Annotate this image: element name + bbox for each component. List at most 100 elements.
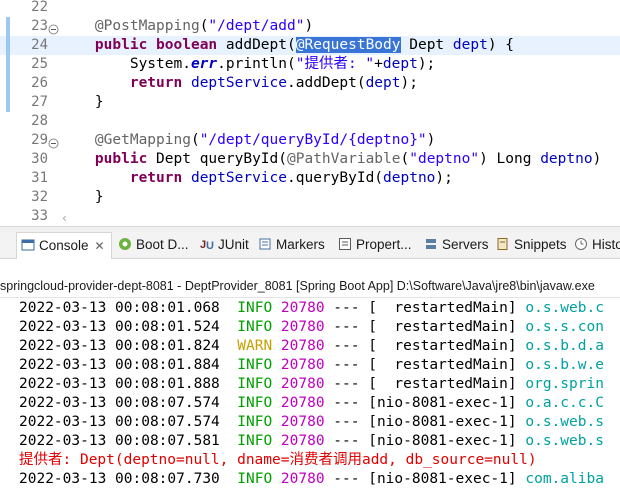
- code-token: }: [60, 189, 104, 205]
- logger-link[interactable]: o.s.b.w.e: [525, 357, 604, 373]
- code-token: deptService: [190, 170, 287, 186]
- code-line[interactable]: 24 public boolean addDept(@RequestBody D…: [0, 36, 620, 55]
- line-number: 30: [31, 151, 48, 167]
- tab-snippets[interactable]: Snippets: [496, 232, 567, 258]
- log-token: 20780: [280, 338, 325, 354]
- code-line[interactable]: 26 return deptService.addDept(dept);: [0, 74, 620, 93]
- tab-boot-d[interactable]: Boot D...: [118, 232, 189, 258]
- log-token: --- [ restartedMain]: [324, 338, 526, 354]
- code-token: System.: [60, 56, 191, 72]
- logger-link[interactable]: o.s.web.c: [525, 300, 604, 316]
- code-token: boolean: [156, 37, 218, 53]
- code-token: return: [129, 170, 183, 186]
- log-token: 提供者: Dept(deptno=null, dname=消费者调用add, d…: [19, 452, 537, 468]
- log-token: 2022-03-13 00:08:07.574: [19, 395, 238, 411]
- log-token: [272, 395, 281, 411]
- tab-junit[interactable]: J U JUnit: [200, 232, 249, 258]
- log-token: 2022-03-13 00:08:07.730: [19, 471, 238, 487]
- log-token: 2022-03-13 00:08:01.888: [19, 376, 238, 392]
- code-line[interactable]: 25 System.err.println("提供者: "+dept);: [0, 55, 620, 74]
- logger-link[interactable]: o.a.c.c.C: [525, 395, 604, 411]
- code-token: "/dept/add": [208, 18, 305, 34]
- console-output[interactable]: 2022-03-13 00:08:01.068 INFO 20780 --- […: [0, 297, 620, 502]
- svg-text:U: U: [206, 240, 214, 251]
- logger-link[interactable]: o.s.b.d.a: [525, 338, 604, 354]
- code-token: );: [417, 56, 436, 72]
- code-token: ): [304, 18, 314, 34]
- fold-toggle-icon[interactable]: [48, 136, 59, 149]
- fold-toggle-icon[interactable]: [48, 22, 59, 35]
- code-line[interactable]: 30 public Dept queryById(@PathVariable("…: [0, 150, 620, 169]
- code-token: .addDept(: [287, 75, 366, 91]
- logger-link[interactable]: org.sprin: [525, 376, 604, 392]
- log-token: 20780: [280, 357, 325, 373]
- code-token: deptService: [190, 75, 287, 91]
- code-line[interactable]: 22: [0, 0, 620, 17]
- code-token: );: [400, 75, 418, 91]
- code-token: +: [374, 56, 383, 72]
- tab-propert[interactable]: Propert...: [338, 232, 412, 258]
- log-token: --- [nio-8081-exec-1]: [324, 471, 526, 487]
- console-line: 2022-03-13 00:08:01.888 INFO 20780 --- […: [19, 375, 604, 394]
- log-token: --- [nio-8081-exec-1]: [324, 395, 526, 411]
- logger-link[interactable]: o.s.web.s: [525, 414, 604, 430]
- console-line: 2022-03-13 00:08:01.524 INFO 20780 --- […: [19, 318, 604, 337]
- logger-link[interactable]: o.s.s.con: [525, 319, 604, 335]
- log-token: [272, 433, 281, 449]
- line-number: 32: [31, 189, 48, 205]
- log-token: 20780: [280, 433, 325, 449]
- code-token: ) {: [487, 37, 515, 53]
- code-token: Dept queryById(: [147, 151, 287, 167]
- tab-markers[interactable]: Markers: [258, 232, 325, 258]
- code-line[interactable]: 29 @GetMapping("/dept/queryById/{deptno}…: [0, 131, 620, 150]
- tab-label: Markers: [276, 237, 325, 252]
- code-token: deptno: [540, 151, 593, 167]
- scroll-left-icon[interactable]: ‹: [62, 211, 67, 225]
- close-tab-icon[interactable]: ✕: [95, 239, 105, 253]
- logger-link[interactable]: o.s.web.s: [525, 433, 604, 449]
- tab-label: Boot D...: [136, 237, 189, 252]
- tab-console[interactable]: Console ✕: [16, 232, 112, 259]
- code-token: }: [60, 94, 104, 110]
- console-line: 提供者: Dept(deptno=null, dname=消费者调用add, d…: [19, 451, 537, 470]
- code-line[interactable]: 28: [0, 112, 620, 131]
- code-token: (: [400, 151, 410, 167]
- code-line[interactable]: 27 }: [0, 93, 620, 112]
- history-icon: [574, 234, 588, 250]
- tab-label: Console: [39, 238, 89, 253]
- code-token: (: [190, 132, 200, 148]
- tab-histo[interactable]: Histo: [574, 232, 620, 258]
- editor-horizontal-scrollbar[interactable]: ‹: [60, 208, 620, 226]
- log-token: 2022-03-13 00:08:01.824: [19, 338, 238, 354]
- spring-boot-icon: [118, 234, 132, 250]
- log-token: INFO: [237, 300, 273, 316]
- console-line: 2022-03-13 00:08:01.824 WARN 20780 --- […: [19, 337, 604, 356]
- log-token: --- [ restartedMain]: [324, 357, 526, 373]
- code-editor[interactable]: 22 23 @PostMapping("/dept/add") 24 public …: [0, 0, 620, 226]
- log-token: [272, 471, 281, 487]
- log-token: 20780: [280, 395, 325, 411]
- code-text: @GetMapping("/dept/queryById/{deptno}"): [60, 131, 435, 150]
- log-token: 20780: [280, 414, 325, 430]
- code-line[interactable]: 32 }: [0, 188, 620, 207]
- code-line[interactable]: 23 @PostMapping("/dept/add"): [0, 17, 620, 36]
- code-token: @RequestBody: [295, 37, 401, 53]
- log-token: INFO: [237, 433, 273, 449]
- code-token: .println(: [217, 56, 296, 72]
- log-token: [272, 300, 281, 316]
- code-text: return deptService.queryById(deptno);: [60, 169, 453, 188]
- log-token: 20780: [280, 300, 325, 316]
- snippets-icon: [496, 234, 510, 250]
- code-line[interactable]: 31 return deptService.queryById(deptno);: [0, 169, 620, 188]
- code-token: addDept(: [217, 37, 296, 53]
- tab-servers[interactable]: Servers: [424, 232, 489, 258]
- console-line: 2022-03-13 00:08:01.884 INFO 20780 --- […: [19, 356, 604, 375]
- logger-link[interactable]: com.aliba: [525, 471, 604, 487]
- code-text: public Dept queryById(@PathVariable("dep…: [60, 150, 601, 169]
- line-number: 28: [31, 113, 48, 129]
- code-token: @GetMapping: [94, 132, 191, 148]
